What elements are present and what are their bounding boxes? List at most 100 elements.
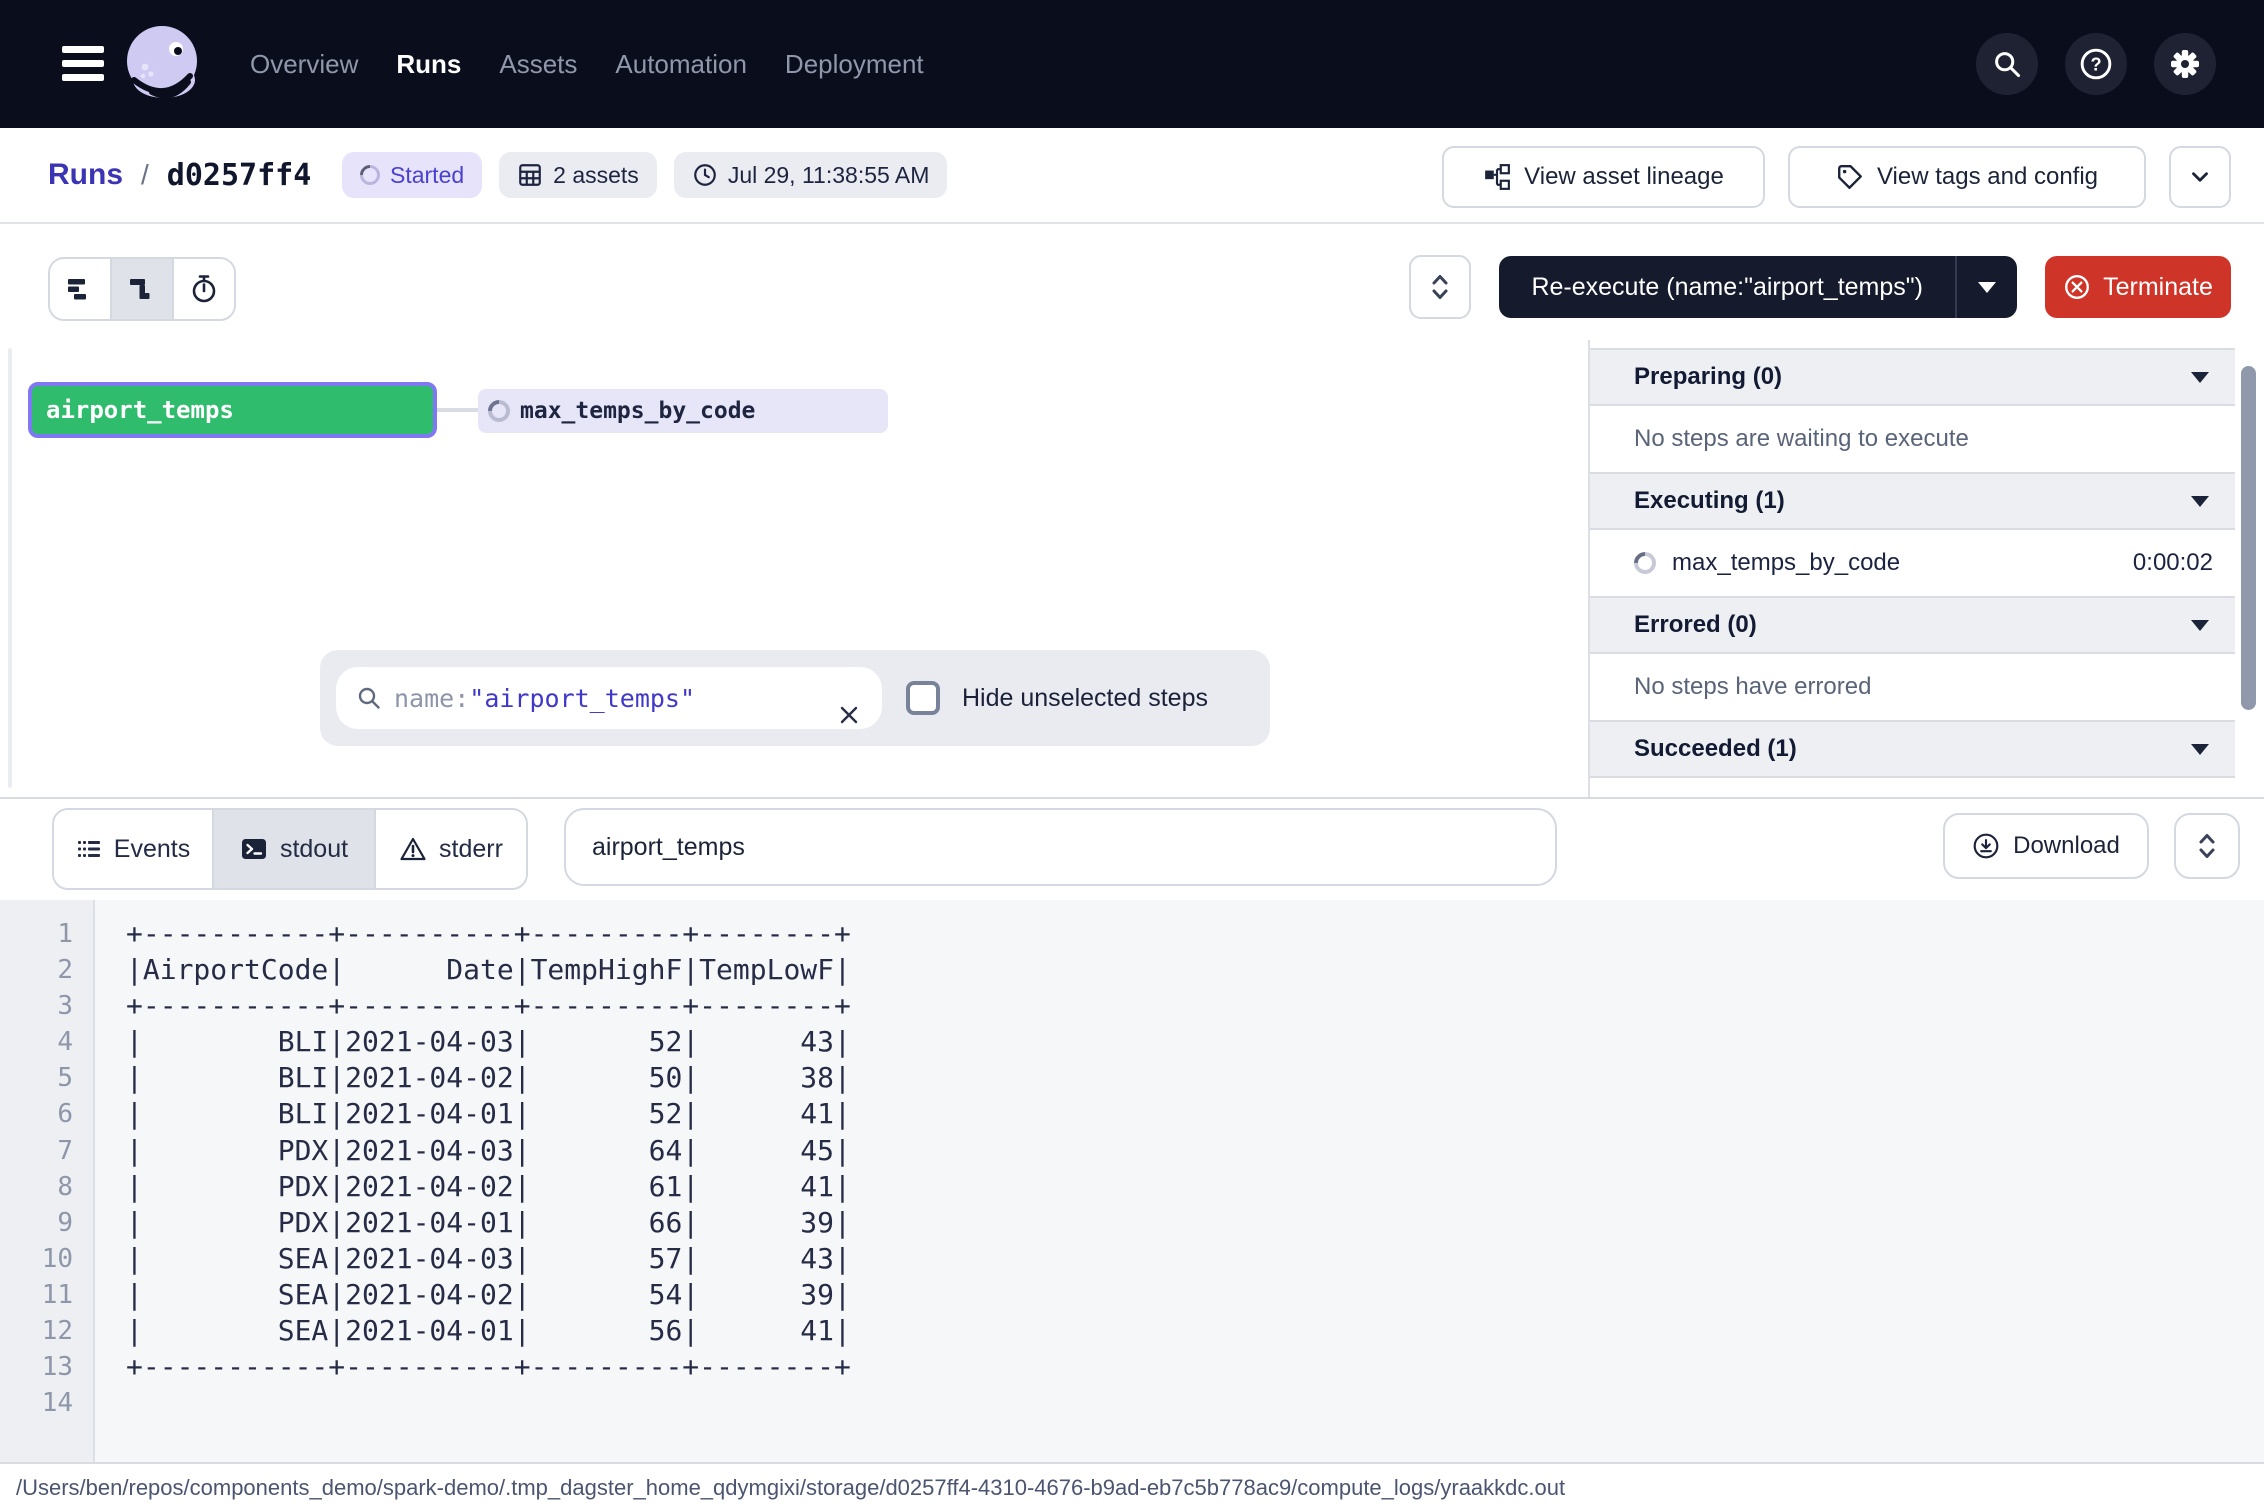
caret-down-icon	[2191, 620, 2209, 631]
clear-filter-icon[interactable]	[834, 684, 864, 746]
header-actions: View asset lineage View tags and config	[1442, 146, 2231, 208]
log-expand-button[interactable]	[2174, 813, 2240, 879]
tag-icon	[1836, 163, 1864, 191]
tab-events[interactable]: Events	[54, 810, 212, 888]
log-file-path-bar: /Users/ben/repos/components_demo/spark-d…	[0, 1462, 2264, 1512]
graph-node-airport-temps[interactable]: airport_temps	[28, 382, 437, 438]
download-icon	[1972, 832, 2000, 860]
log-lines: 1+-----------+----------+---------+-----…	[0, 916, 2264, 1421]
log-line: 10| SEA|2021-04-03| 57| 43|	[0, 1241, 2264, 1277]
nav-item-automation[interactable]: Automation	[615, 49, 747, 80]
log-line: 1+-----------+----------+---------+-----…	[0, 916, 2264, 952]
svg-text:?: ?	[2090, 55, 2101, 75]
assets-count-badge: 2 assets	[499, 152, 657, 198]
timestamp-badge: Jul 29, 11:38:55 AM	[674, 152, 948, 198]
section-preparing[interactable]: Preparing (0)	[1590, 348, 2235, 406]
hide-unselected-checkbox[interactable]	[906, 681, 940, 715]
dagster-logo-icon[interactable]	[118, 20, 206, 108]
nav-item-overview[interactable]: Overview	[250, 49, 358, 80]
stdout-log-view: 1+-----------+----------+---------+-----…	[0, 900, 2264, 1462]
status-badge: Started	[342, 152, 482, 198]
terminate-button[interactable]: Terminate	[2045, 256, 2231, 318]
log-line: 11| SEA|2021-04-02| 54| 39|	[0, 1277, 2264, 1313]
nav-icon-buttons: ?	[1976, 33, 2216, 95]
help-button[interactable]: ?	[2065, 33, 2127, 95]
graph-scrollbar-track[interactable]	[8, 348, 12, 788]
gantt-waterfall-view-button[interactable]	[110, 259, 172, 319]
nav-item-runs[interactable]: Runs	[396, 49, 461, 80]
graph-edge	[437, 408, 478, 412]
breadcrumb-runs-link[interactable]: Runs	[48, 158, 123, 192]
toolbar-actions: Re-execute (name:"airport_temps") Termin…	[1409, 255, 2231, 319]
caret-down-icon	[1978, 282, 1996, 293]
caret-down-icon	[2191, 372, 2209, 383]
list-icon	[76, 836, 102, 862]
hide-unselected-label: Hide unselected steps	[962, 650, 1208, 746]
executing-step-row[interactable]: max_temps_by_code 0:00:02	[1590, 530, 2235, 596]
preparing-empty-row: No steps are waiting to execute	[1590, 406, 2235, 472]
tab-stdout[interactable]: stdout	[212, 810, 374, 888]
gantt-waterfall-icon	[127, 274, 157, 304]
log-line: 9| PDX|2021-04-01| 66| 39|	[0, 1205, 2264, 1241]
section-errored[interactable]: Errored (0)	[1590, 596, 2235, 654]
search-icon	[356, 685, 382, 711]
up-down-chevrons-icon	[1427, 272, 1453, 302]
steps-panel: Preparing (0) No steps are waiting to ex…	[1588, 340, 2235, 797]
log-line: 7| PDX|2021-04-03| 64| 45|	[0, 1133, 2264, 1169]
log-line: 5| BLI|2021-04-02| 50| 38|	[0, 1060, 2264, 1096]
step-elapsed-time: 0:00:02	[2133, 549, 2213, 577]
up-down-chevrons-icon	[2194, 831, 2220, 861]
panel-scrollbar-thumb[interactable]	[2241, 366, 2256, 710]
log-line: 6| BLI|2021-04-01| 52| 41|	[0, 1096, 2264, 1132]
view-tags-config-button[interactable]: View tags and config	[1788, 146, 2146, 208]
timing-view-button[interactable]	[172, 259, 234, 319]
caret-down-icon	[2191, 496, 2209, 507]
search-icon	[1992, 49, 2022, 79]
spinner-icon	[483, 395, 514, 426]
reexecute-button-group: Re-execute (name:"airport_temps")	[1499, 256, 2017, 318]
search-button[interactable]	[1976, 33, 2038, 95]
breadcrumb-separator: /	[141, 159, 149, 191]
breadcrumb: Runs / d0257ff4	[48, 128, 311, 222]
log-line: 4| BLI|2021-04-03| 52| 43|	[0, 1024, 2264, 1060]
graph-node-max-temps-by-code[interactable]: max_temps_by_code	[478, 389, 888, 433]
run-toolbar: Re-execute (name:"airport_temps") Termin…	[0, 224, 2264, 340]
spinner-icon	[356, 161, 384, 189]
top-navbar: Overview Runs Assets Automation Deployme…	[0, 0, 2264, 128]
stopwatch-icon	[188, 273, 220, 305]
reexecute-dropdown-button[interactable]	[1955, 256, 2017, 318]
tab-stderr[interactable]: stderr	[374, 810, 526, 888]
settings-button[interactable]	[2154, 33, 2216, 95]
download-button[interactable]: Download	[1943, 813, 2149, 879]
view-asset-lineage-button[interactable]: View asset lineage	[1442, 146, 1765, 208]
chevron-down-icon	[2187, 164, 2213, 190]
view-mode-toggle	[48, 257, 236, 321]
gantt-flat-icon	[65, 274, 95, 304]
log-line: 2|AirportCode| Date|TempHighF|TempLowF|	[0, 952, 2264, 988]
nav-item-assets[interactable]: Assets	[499, 49, 577, 80]
dagster-run-page: Overview Runs Assets Automation Deployme…	[0, 0, 2264, 1512]
clock-icon	[692, 162, 718, 188]
filter-query-prefix: name:	[394, 684, 469, 713]
run-badges: Started 2 assets Jul 29, 11:38:55 AM	[342, 152, 947, 198]
section-executing[interactable]: Executing (1)	[1590, 472, 2235, 530]
log-tabs: Events stdout stderr	[52, 808, 528, 890]
reexecute-button[interactable]: Re-execute (name:"airport_temps")	[1499, 273, 1955, 302]
log-step-selector[interactable]: airport_temps	[564, 808, 1557, 886]
hamburger-menu-icon[interactable]	[62, 46, 104, 82]
terminal-icon	[240, 836, 268, 862]
zoom-fit-button[interactable]	[1409, 255, 1471, 319]
run-id: d0257ff4	[167, 158, 312, 193]
section-succeeded[interactable]: Succeeded (1)	[1590, 720, 2235, 778]
filter-query-value: "airport_temps"	[469, 684, 695, 713]
step-filter-input[interactable]: name: "airport_temps"	[336, 667, 882, 729]
nav-item-deployment[interactable]: Deployment	[785, 49, 924, 80]
help-icon: ?	[2079, 47, 2113, 81]
header-more-button[interactable]	[2169, 146, 2231, 208]
log-line: 3+-----------+----------+---------+-----…	[0, 988, 2264, 1024]
warning-icon	[399, 836, 427, 862]
lineage-icon	[1483, 163, 1511, 191]
gantt-flat-view-button[interactable]	[50, 259, 110, 319]
log-line: 8| PDX|2021-04-02| 61| 41|	[0, 1169, 2264, 1205]
caret-down-icon	[2191, 744, 2209, 755]
